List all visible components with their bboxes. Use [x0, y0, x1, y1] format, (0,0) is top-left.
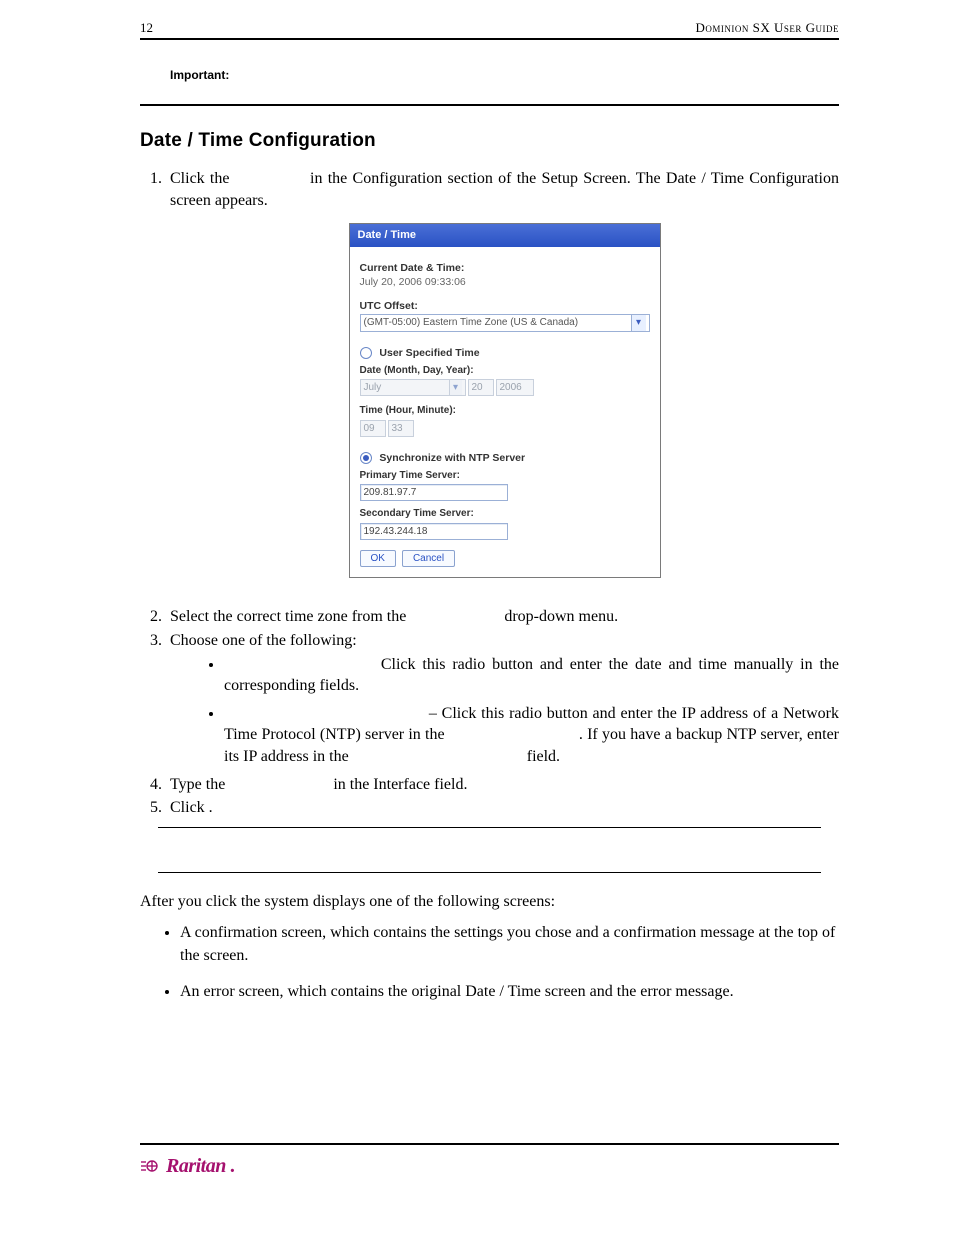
time-label: Time (Hour, Minute):	[360, 404, 650, 418]
doc-title: Dominion SX User Guide	[695, 20, 839, 36]
utc-offset-select[interactable]: (GMT-05:00) Eastern Time Zone (US & Cana…	[360, 314, 650, 332]
step-2: Select the correct time zone from the dr…	[166, 606, 839, 628]
user-specified-radio[interactable]	[360, 347, 372, 359]
user-specified-label: User Specified Time	[379, 347, 479, 359]
brand-dot: .	[230, 1155, 235, 1178]
section-heading: Date / Time Configuration	[140, 130, 839, 152]
brand-logo: Raritan.	[140, 1155, 234, 1178]
ntp-sync-label: Synchronize with NTP Server	[379, 452, 525, 464]
important-label: Important:	[170, 68, 229, 82]
hour-input: 09	[360, 420, 386, 437]
ok-button[interactable]: OK	[360, 550, 396, 568]
raritan-logo-icon	[140, 1158, 162, 1174]
cancel-button[interactable]: Cancel	[402, 550, 455, 568]
step-1: Click the in the Configuration section o…	[166, 168, 839, 578]
step-3-bullet-2: – Click this radio button and enter the …	[224, 703, 839, 768]
chevron-down-icon: ▾	[631, 315, 646, 331]
page-header: 12 Dominion SX User Guide	[140, 20, 839, 40]
result-confirmation: A confirmation screen, which contains th…	[180, 922, 839, 967]
minute-input: 33	[388, 420, 414, 437]
important-box: Important:	[140, 58, 839, 106]
note-box	[158, 827, 821, 873]
step-4: Type the in the Interface field.	[166, 774, 839, 796]
primary-server-label: Primary Time Server:	[360, 469, 650, 483]
secondary-server-label: Secondary Time Server:	[360, 507, 650, 521]
secondary-server-input[interactable]: 192.43.244.18	[360, 523, 508, 540]
day-input: 20	[468, 379, 494, 396]
result-list: A confirmation screen, which contains th…	[156, 922, 839, 1003]
date-label: Date (Month, Day, Year):	[360, 364, 650, 378]
current-dt-value: July 20, 2006 09:33:06	[360, 275, 650, 289]
ntp-sync-radio[interactable]	[360, 452, 372, 464]
page-footer: Raritan.	[140, 1143, 839, 1180]
month-select: July▾	[360, 379, 466, 396]
primary-server-input[interactable]: 209.81.97.7	[360, 484, 508, 501]
after-click-paragraph: After you click the system displays one …	[140, 891, 839, 913]
steps-list: Click the in the Configuration section o…	[144, 168, 839, 819]
result-error: An error screen, which contains the orig…	[180, 981, 839, 1003]
step-3-bullet-1: Click this radio button and enter the da…	[224, 654, 839, 697]
step-5: Click .	[166, 797, 839, 819]
figure-titlebar: Date / Time	[350, 224, 660, 247]
datetime-figure: Date / Time Current Date & Time: July 20…	[349, 223, 661, 578]
utc-offset-label: UTC Offset:	[360, 299, 650, 313]
current-dt-label: Current Date & Time:	[360, 261, 650, 275]
page-number: 12	[140, 20, 153, 36]
brand-name: Raritan	[166, 1155, 226, 1178]
step-3: Choose one of the following: Click this …	[166, 630, 839, 768]
year-input: 2006	[496, 379, 534, 396]
chevron-down-icon: ▾	[449, 380, 462, 395]
